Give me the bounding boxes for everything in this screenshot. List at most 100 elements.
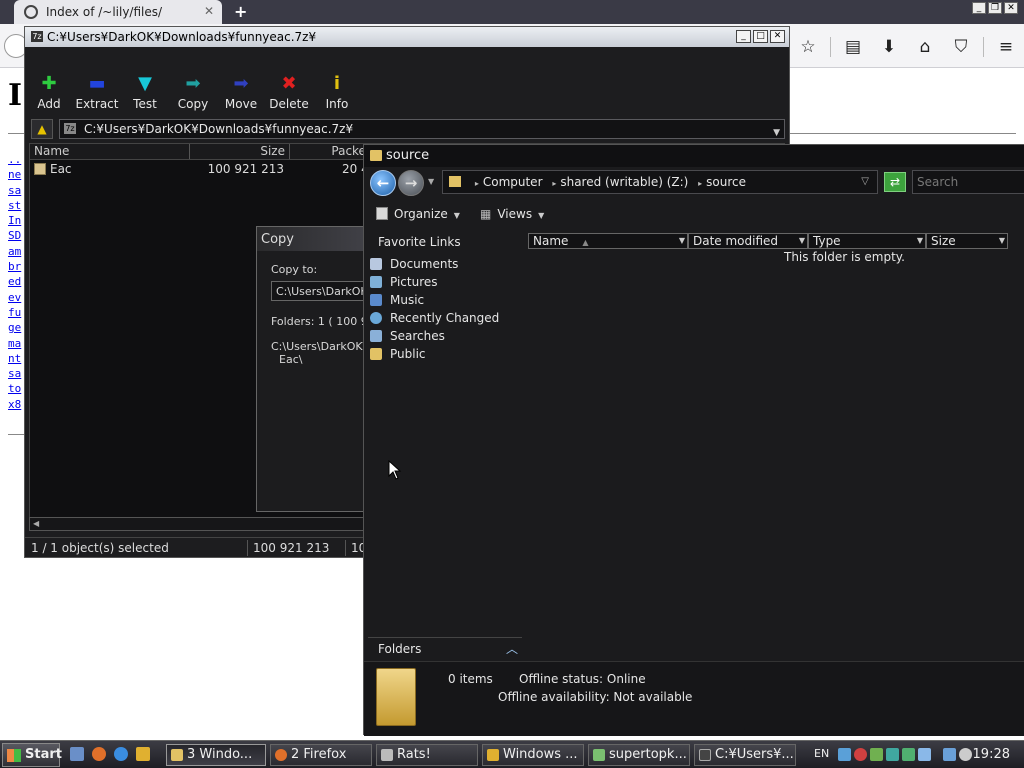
file-link[interactable]: ev (8, 290, 21, 305)
explorer-title-bar[interactable]: source (364, 145, 1024, 167)
file-link[interactable]: sa (8, 366, 21, 381)
views-button[interactable]: ▦ Views ▼ (480, 207, 544, 221)
network-icon[interactable] (943, 748, 956, 761)
column-size[interactable]: Size (190, 144, 290, 159)
taskbar-button-supertopk[interactable]: supertopk... (588, 744, 690, 766)
maximize-button[interactable]: □ (753, 30, 768, 43)
taskbar-button-windows-group[interactable]: 3 Windo... (166, 744, 266, 766)
file-link[interactable]: SD (8, 228, 21, 243)
volume-icon[interactable] (959, 748, 972, 761)
back-arrow-icon[interactable]: ← (370, 170, 396, 196)
column-filter-icon[interactable]: ▼ (917, 234, 923, 248)
file-link[interactable]: ge (8, 320, 21, 335)
close-button[interactable]: ✕ (770, 30, 785, 43)
tray-app-icon[interactable] (902, 748, 915, 761)
file-link[interactable]: x8 (8, 397, 21, 412)
chevron-right-icon[interactable]: ▸ (552, 179, 556, 188)
taskbar-button-sevenzip[interactable]: C:¥Users¥... (694, 744, 796, 766)
address-dropdown-icon[interactable]: ▼ (773, 124, 780, 142)
file-link[interactable]: br (8, 259, 21, 274)
bookmark-star-icon[interactable]: ☆ (790, 37, 826, 57)
column-name[interactable]: Name ▲ ▼ (528, 233, 688, 249)
show-desktop-icon[interactable] (70, 747, 84, 761)
folders-toggle[interactable]: Folders ︿ (368, 637, 522, 659)
close-button[interactable]: ✕ (1004, 2, 1018, 14)
organize-button[interactable]: Organize ▼ (376, 207, 460, 221)
taskbar-button-windows[interactable]: Windows ... (482, 744, 584, 766)
favorite-searches[interactable]: Searches (368, 327, 522, 345)
column-filter-icon[interactable]: ▼ (999, 234, 1005, 248)
column-date-modified[interactable]: Date modified ▼ (688, 233, 808, 249)
breadcrumb-item[interactable]: shared (writable) (Z:) (560, 175, 688, 189)
recent-pages-dropdown-icon[interactable]: ▼ (428, 177, 434, 186)
bookmarks-list-icon[interactable]: ▤ (835, 37, 871, 57)
tray-app-icon[interactable] (854, 748, 867, 761)
file-link[interactable]: ed (8, 274, 21, 289)
chevron-right-icon[interactable]: ▸ (475, 179, 479, 188)
favorite-recently-changed[interactable]: Recently Changed (368, 309, 522, 327)
refresh-button[interactable]: ⇄ (884, 172, 906, 192)
extract-button[interactable]: ▬ Extract (73, 71, 121, 117)
test-button[interactable]: ▼ Test (121, 71, 169, 117)
move-button[interactable]: ➡ Move (217, 71, 265, 117)
clock[interactable]: 19:28 (973, 747, 1010, 762)
download-icon[interactable]: ⬇ (871, 37, 907, 57)
column-filter-icon[interactable]: ▼ (799, 234, 805, 248)
minimize-button[interactable]: _ (972, 2, 986, 14)
column-type[interactable]: Type ▼ (808, 233, 926, 249)
favorite-documents[interactable]: Documents (368, 255, 522, 273)
menu-hamburger-icon[interactable]: ≡ (988, 37, 1024, 57)
favorite-pictures[interactable]: Pictures (368, 273, 522, 291)
copy-dialog-title[interactable]: Copy (257, 227, 363, 251)
restore-button[interactable]: ❐ (988, 2, 1002, 14)
chevron-right-icon[interactable]: ▸ (698, 179, 702, 188)
column-name[interactable]: Name (30, 144, 190, 159)
sevenzip-title-bar[interactable]: 7z C:¥Users¥DarkOK¥Downloads¥funnyeac.7z… (25, 27, 789, 47)
internet-explorer-icon[interactable] (114, 747, 128, 761)
file-link[interactable]: st (8, 198, 21, 213)
search-input[interactable]: Search (912, 170, 1024, 194)
new-tab-button[interactable]: + (234, 2, 247, 21)
firefox-tab[interactable]: Index of /~lily/files/ ✕ (14, 0, 222, 24)
tray-app-icon[interactable] (918, 748, 931, 761)
firefox-icon[interactable] (92, 747, 106, 761)
forward-arrow-icon[interactable]: → (398, 170, 424, 196)
copy-button[interactable]: ➡ Copy (169, 71, 217, 117)
breadcrumb-item[interactable]: Computer (483, 175, 543, 189)
close-tab-icon[interactable]: ✕ (204, 4, 214, 18)
favorite-music[interactable]: Music (368, 291, 522, 309)
tray-app-icon[interactable] (838, 748, 851, 761)
add-button[interactable]: ✚ Add (25, 71, 73, 117)
language-indicator[interactable]: EN (814, 747, 829, 760)
media-player-icon[interactable] (136, 747, 150, 761)
column-size[interactable]: Size ▼ (926, 233, 1008, 249)
file-link[interactable]: fu (8, 305, 21, 320)
file-link[interactable]: ma (8, 336, 21, 351)
favorite-public[interactable]: Public (368, 345, 522, 363)
tray-app-icon[interactable] (870, 748, 883, 761)
folder-up-icon[interactable]: ▲ (31, 119, 53, 139)
delete-button[interactable]: ✖ Delete (265, 71, 313, 117)
file-link[interactable]: .. (8, 152, 21, 167)
breadcrumb[interactable]: ▸ Computer ▸ shared (writable) (Z:) ▸ sourc… (442, 170, 878, 194)
minimize-button[interactable]: _ (736, 30, 751, 43)
file-link[interactable]: In (8, 213, 21, 228)
sevenzip-address-input[interactable]: 7z C:¥Users¥DarkOK¥Downloads¥funnyeac.7z… (59, 119, 785, 139)
taskbar-button-rats[interactable]: Rats! (376, 744, 478, 766)
horizontal-scrollbar[interactable]: ◀ (29, 517, 369, 531)
info-button[interactable]: i Info (313, 71, 361, 117)
address-dropdown-icon[interactable]: ▽ (861, 171, 869, 193)
copy-to-input[interactable]: C:\Users\DarkOK\ (271, 281, 363, 301)
taskbar-button-firefox[interactable]: 2 Firefox (270, 744, 372, 766)
pocket-icon[interactable]: ⛉ (943, 37, 979, 57)
chevron-up-icon[interactable]: ︿ (506, 640, 518, 657)
file-link[interactable]: to (8, 381, 21, 396)
file-link[interactable]: ne (8, 167, 21, 182)
start-button[interactable]: Start (2, 743, 62, 767)
tray-app-icon[interactable] (886, 748, 899, 761)
file-link[interactable]: nt (8, 351, 21, 366)
home-icon[interactable]: ⌂ (907, 37, 943, 57)
file-link[interactable]: am (8, 244, 21, 259)
file-link[interactable]: sa (8, 183, 21, 198)
breadcrumb-item[interactable]: source (706, 175, 746, 189)
